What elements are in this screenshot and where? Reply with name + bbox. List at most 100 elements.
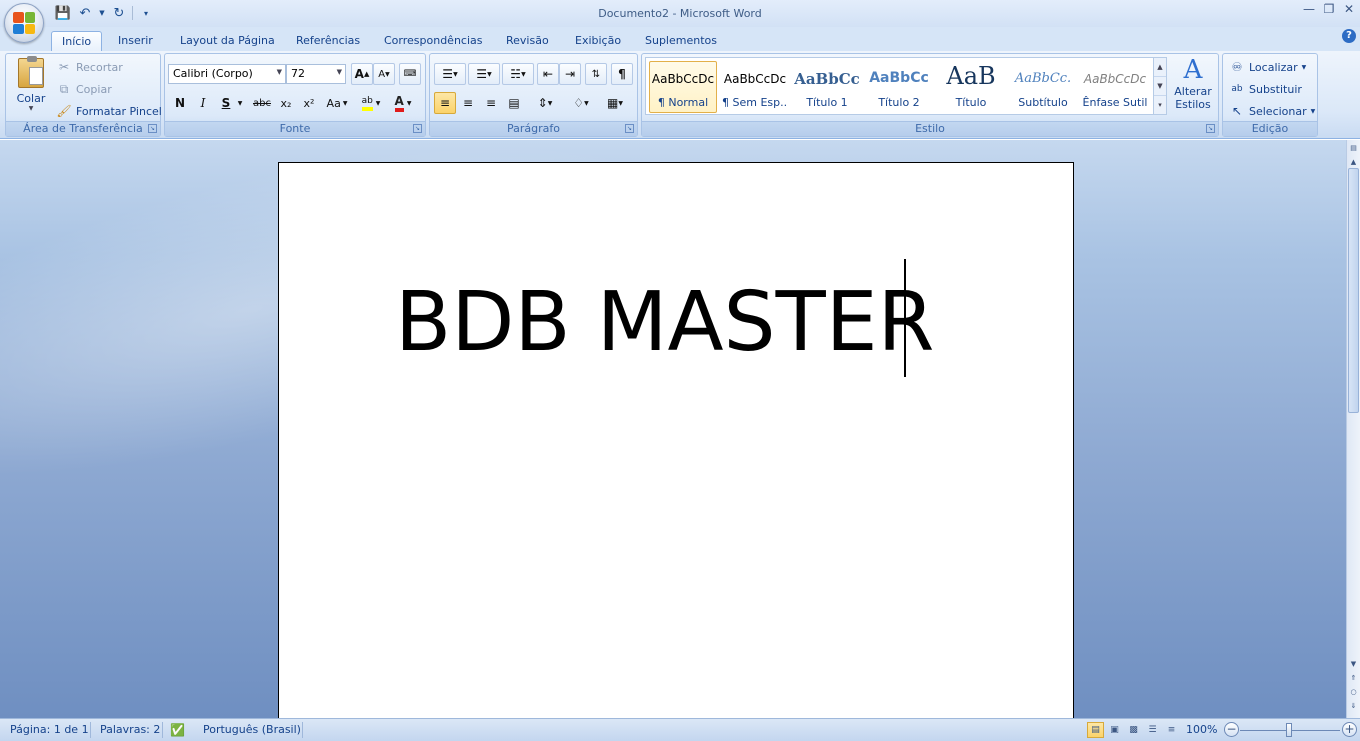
superscript-button[interactable]: x² bbox=[298, 92, 320, 114]
scrollbar-thumb[interactable] bbox=[1348, 168, 1359, 413]
numbering-button[interactable]: ☰ ▼ bbox=[468, 63, 500, 85]
print-layout-view-icon[interactable]: ▤ bbox=[1087, 722, 1104, 738]
zoom-out-icon[interactable]: − bbox=[1224, 722, 1239, 737]
strikethrough-button[interactable]: abc bbox=[251, 92, 273, 114]
web-layout-view-icon[interactable]: ▩ bbox=[1125, 722, 1142, 738]
grow-font-icon: A bbox=[354, 67, 364, 81]
italic-button[interactable]: I bbox=[192, 92, 214, 114]
align-right-button[interactable]: ≡ bbox=[480, 92, 502, 114]
tab-inicio[interactable]: Início bbox=[51, 31, 103, 51]
scroll-up-icon[interactable]: ▲ bbox=[1348, 156, 1359, 168]
line-spacing-button[interactable]: ⇕ ▼ bbox=[530, 92, 560, 114]
close-icon[interactable]: ✕ bbox=[1342, 2, 1356, 16]
replace-icon: ab bbox=[1231, 84, 1243, 94]
page-count[interactable]: Página: 1 de 1 bbox=[10, 723, 89, 736]
align-center-icon: ≡ bbox=[462, 96, 474, 110]
maximize-icon[interactable]: ❐ bbox=[1322, 2, 1336, 16]
tab-suplementos[interactable]: Suplementos bbox=[635, 31, 727, 51]
style-titulo[interactable]: AaB Título bbox=[937, 61, 1005, 113]
clipboard-launcher-icon[interactable]: ↘ bbox=[148, 124, 157, 133]
format-painter-button[interactable]: 🖌 Formatar Pincel bbox=[56, 101, 161, 121]
previous-page-icon[interactable]: ⇑ bbox=[1348, 672, 1359, 684]
replace-button[interactable]: ab Substituir bbox=[1229, 79, 1302, 99]
change-case-button[interactable]: Aa ▼ bbox=[323, 92, 351, 114]
borders-button[interactable]: ▦ ▼ bbox=[600, 92, 630, 114]
bold-button[interactable]: N bbox=[169, 92, 191, 114]
paragraph-launcher-icon[interactable]: ↘ bbox=[625, 124, 634, 133]
styles-launcher-icon[interactable]: ↘ bbox=[1206, 124, 1215, 133]
bullets-button[interactable]: ☰ ▼ bbox=[434, 63, 466, 85]
font-launcher-icon[interactable]: ↘ bbox=[413, 124, 422, 133]
copy-button[interactable]: ⧉ Copiar bbox=[56, 79, 112, 99]
grow-font-button[interactable]: A ▲ bbox=[351, 63, 373, 85]
undo-icon[interactable]: ↶ bbox=[76, 4, 94, 22]
align-left-button[interactable]: ≡ bbox=[434, 92, 456, 114]
sort-button[interactable]: ⇅ bbox=[585, 63, 607, 85]
zoom-level[interactable]: 100% bbox=[1186, 723, 1217, 736]
outline-view-icon[interactable]: ☰ bbox=[1144, 722, 1161, 738]
zoom-in-icon[interactable]: + bbox=[1342, 722, 1357, 737]
subscript-button[interactable]: x₂ bbox=[275, 92, 297, 114]
redo-icon[interactable]: ↻ bbox=[110, 4, 128, 22]
tab-exibicao[interactable]: Exibição bbox=[565, 31, 631, 51]
style-sem-espacamento[interactable]: AaBbCcDc ¶ Sem Esp... bbox=[721, 61, 789, 113]
style-titulo-2[interactable]: AaBbCc Título 2 bbox=[865, 61, 933, 113]
underline-button[interactable]: S bbox=[215, 92, 237, 114]
justify-button[interactable]: ▤ bbox=[503, 92, 525, 114]
style-name: Título bbox=[955, 96, 987, 109]
highlight-button[interactable]: ab ▼ bbox=[357, 92, 385, 114]
underline-dropdown-icon[interactable]: ▼ bbox=[235, 92, 245, 114]
font-size-combo[interactable]: 72 ▼ bbox=[286, 64, 346, 84]
draft-view-icon[interactable]: ≡ bbox=[1163, 722, 1180, 738]
show-marks-button[interactable]: ¶ bbox=[611, 63, 633, 85]
undo-dropdown-icon[interactable]: ▼ bbox=[98, 4, 106, 22]
font-size-value: 72 bbox=[291, 67, 305, 80]
proofing-icon[interactable]: ✅ bbox=[170, 723, 185, 737]
browse-object-icon[interactable]: ○ bbox=[1348, 686, 1359, 698]
language-status[interactable]: Português (Brasil) bbox=[203, 723, 301, 736]
document-text[interactable]: BDB MASTER bbox=[395, 275, 935, 370]
minimize-icon[interactable]: — bbox=[1302, 2, 1316, 16]
clear-formatting-button[interactable]: ⌨ bbox=[399, 63, 421, 85]
save-icon[interactable]: 💾 bbox=[54, 4, 72, 22]
find-button[interactable]: ♾ Localizar ▼ bbox=[1229, 57, 1307, 77]
style-enfase-sutil[interactable]: AaBbCcDc Ênfase Sutil bbox=[1081, 61, 1149, 113]
office-button[interactable] bbox=[4, 3, 44, 43]
shrink-font-button[interactable]: A ▼ bbox=[373, 63, 395, 85]
copy-label: Copiar bbox=[76, 82, 112, 96]
change-styles-button[interactable]: A Alterar Estilos bbox=[1170, 55, 1216, 117]
zoom-slider-thumb[interactable] bbox=[1286, 723, 1292, 737]
align-center-button[interactable]: ≡ bbox=[457, 92, 479, 114]
style-subtitulo[interactable]: AaBbCc. Subtítulo bbox=[1009, 61, 1077, 113]
shading-button[interactable]: ♢ ▼ bbox=[566, 92, 596, 114]
increase-indent-button[interactable]: ⇥ bbox=[559, 63, 581, 85]
cut-button[interactable]: ✂ Recortar bbox=[56, 57, 123, 77]
customize-qat-icon[interactable]: ▾ bbox=[137, 4, 155, 22]
style-normal[interactable]: AaBbCcDc ¶ Normal bbox=[649, 61, 717, 113]
gallery-up-icon[interactable]: ▲ bbox=[1154, 58, 1166, 77]
help-icon[interactable]: ? bbox=[1342, 29, 1356, 43]
word-count[interactable]: Palavras: 2 bbox=[100, 723, 160, 736]
gallery-down-icon[interactable]: ▼ bbox=[1154, 77, 1166, 96]
document-page[interactable]: BDB MASTER bbox=[278, 162, 1074, 718]
tab-revisao[interactable]: Revisão bbox=[496, 31, 559, 51]
gallery-more-icon[interactable]: ▾ bbox=[1154, 96, 1166, 115]
font-name-combo[interactable]: Calibri (Corpo) ▼ bbox=[168, 64, 286, 84]
font-color-button[interactable]: A ▼ bbox=[389, 92, 417, 114]
tab-inserir[interactable]: Inserir bbox=[108, 31, 163, 51]
vertical-scrollbar[interactable]: ▤ ▲ ▼ ⇑ ○ ⇓ bbox=[1346, 140, 1360, 718]
paste-button[interactable]: Colar ▼ bbox=[12, 56, 50, 118]
decrease-indent-button[interactable]: ⇤ bbox=[537, 63, 559, 85]
style-titulo-1[interactable]: AaBbCc Título 1 bbox=[793, 61, 861, 113]
select-button[interactable]: ↖ Selecionar ▼ bbox=[1229, 101, 1315, 121]
tab-layout-da-pagina[interactable]: Layout da Página bbox=[170, 31, 285, 51]
next-page-icon[interactable]: ⇓ bbox=[1348, 700, 1359, 712]
full-screen-reading-view-icon[interactable]: ▣ bbox=[1106, 722, 1123, 738]
tab-correspondencias[interactable]: Correspondências bbox=[374, 31, 493, 51]
scroll-down-icon[interactable]: ▼ bbox=[1348, 658, 1359, 670]
quick-access-toolbar: 💾 ↶ ▼ ↻ ▾ bbox=[54, 4, 155, 22]
tab-referencias[interactable]: Referências bbox=[286, 31, 370, 51]
change-styles-label-1: Alterar bbox=[1174, 85, 1212, 98]
multilevel-list-button[interactable]: ☵ ▼ bbox=[502, 63, 534, 85]
ruler-toggle-icon[interactable]: ▤ bbox=[1348, 142, 1359, 154]
